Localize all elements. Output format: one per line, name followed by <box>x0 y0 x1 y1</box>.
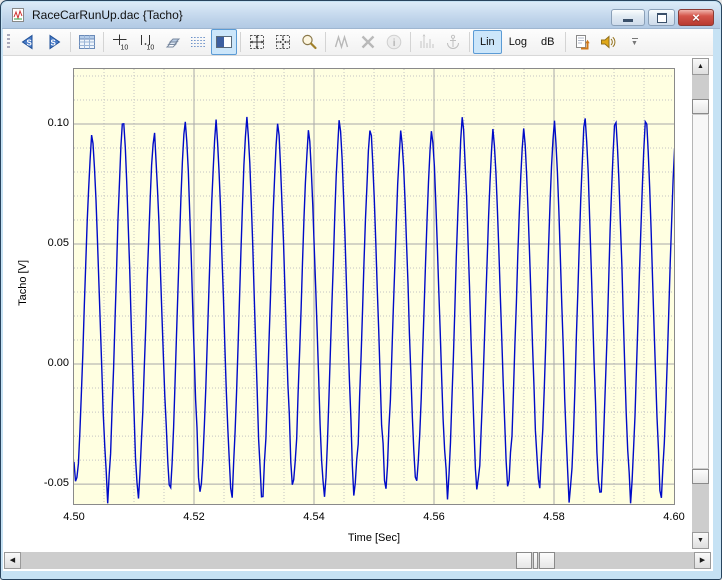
toolbar-separator <box>469 32 470 52</box>
vertical-scrollbar[interactable]: ▲ ▼ <box>692 58 709 549</box>
y-tick-label: -0.05 <box>19 477 69 489</box>
close-button[interactable]: × <box>678 9 714 26</box>
toolbar-separator <box>565 32 566 52</box>
play-sound-button[interactable] <box>595 29 621 55</box>
y-axis-title: Tacho [V] <box>17 260 29 306</box>
play-sound-icon <box>598 32 618 52</box>
export-clipboard-icon <box>572 32 592 52</box>
y-tick-label: 0.00 <box>19 357 69 369</box>
thumb-resize-handle[interactable] <box>692 99 709 114</box>
scale-log-button[interactable]: Log <box>502 30 534 54</box>
x-tick-label: 4.54 <box>290 511 338 523</box>
prev-record-button[interactable]: S <box>15 29 41 55</box>
zoom-extents-icon <box>247 32 267 52</box>
plot-panel: Tacho [V] Time [Sec] ▲ ▼ ◀ ▶ 4.50 4.52 4.5… <box>3 56 713 571</box>
svg-text:i: i <box>393 38 396 49</box>
arrow-right-icon: ▶ <box>700 557 705 564</box>
window-title: RaceCarRunUp.dac {Tacho} <box>32 8 183 22</box>
scroll-down-button[interactable]: ▼ <box>692 532 709 549</box>
next-record-button[interactable]: S <box>41 29 67 55</box>
zoom-selection-icon <box>273 32 293 52</box>
svg-text:S: S <box>27 39 33 48</box>
close-icon: × <box>692 11 700 24</box>
scroll-left-button[interactable]: ◀ <box>4 552 21 569</box>
thumb-resize-handle[interactable] <box>692 469 709 484</box>
arrow-down-icon: ▼ <box>697 537 704 544</box>
export-clipboard-button[interactable] <box>569 29 595 55</box>
prev-record-icon: S <box>18 32 38 52</box>
reference-grid-button[interactable] <box>185 29 211 55</box>
scale-db-button[interactable]: dB <box>534 30 561 54</box>
toolbar-separator <box>240 32 241 52</box>
thumb-resize-handle[interactable] <box>516 552 532 569</box>
scale-lin-button[interactable]: Lin <box>473 30 502 54</box>
zoom-selection-button[interactable] <box>270 29 296 55</box>
y-tick-label: 0.10 <box>19 117 69 129</box>
x-axis-title: Time [Sec] <box>304 532 444 544</box>
spectrum-marker-icon <box>417 32 437 52</box>
x-tick-label: 4.56 <box>410 511 458 523</box>
toolbar-overflow-button[interactable]: ▼ <box>629 38 641 47</box>
harmonic-cursor-10-icon: 10 <box>110 32 130 52</box>
overlay-layers-button[interactable] <box>159 29 185 55</box>
toolbar-grip[interactable] <box>7 34 10 50</box>
scroll-up-button[interactable]: ▲ <box>692 58 709 75</box>
sideband-cursor-10-icon: 10 <box>136 32 156 52</box>
anchor-marker-icon <box>443 32 463 52</box>
spectrum-marker-button[interactable] <box>414 29 440 55</box>
app-window: RaceCarRunUp.dac {Tacho} × S S <box>0 0 722 580</box>
y-tick-label: 0.05 <box>19 237 69 249</box>
info-button[interactable]: i <box>381 29 407 55</box>
vertical-scrollbar-thumb[interactable] <box>692 99 709 484</box>
scroll-right-button[interactable]: ▶ <box>694 552 711 569</box>
zoom-magnifier-icon <box>299 32 319 52</box>
overlay-layers-icon <box>162 32 182 52</box>
svg-text:10: 10 <box>121 45 129 52</box>
thumb-resize-handle[interactable] <box>539 552 555 569</box>
sideband-cursor-button[interactable]: 10 <box>133 29 159 55</box>
toolbar-separator <box>103 32 104 52</box>
minimize-button[interactable] <box>611 9 645 26</box>
next-record-icon: S <box>44 32 64 52</box>
toolbar: S S 10 10 <box>3 29 713 56</box>
anchor-marker-button[interactable] <box>440 29 466 55</box>
toolbar-separator <box>325 32 326 52</box>
svg-text:10: 10 <box>147 45 155 52</box>
reference-grid-icon <box>188 32 208 52</box>
split-view-icon <box>214 32 234 52</box>
restore-button[interactable] <box>648 9 675 26</box>
plot-canvas[interactable] <box>73 68 675 505</box>
waveform-document-icon <box>10 7 26 23</box>
x-tick-label: 4.60 <box>650 511 698 523</box>
zoom-magnifier-button[interactable] <box>296 29 322 55</box>
svg-text:S: S <box>51 39 57 48</box>
signal-trace-button[interactable] <box>329 29 355 55</box>
minimize-icon <box>623 19 633 22</box>
arrow-up-icon: ▲ <box>697 63 704 70</box>
x-tick-label: 4.52 <box>170 511 218 523</box>
zoom-extents-button[interactable] <box>244 29 270 55</box>
horizontal-scrollbar[interactable]: ◀ ▶ <box>4 552 711 569</box>
arrow-left-icon: ◀ <box>10 557 15 564</box>
toolbar-overflow-icon <box>632 38 638 39</box>
split-view-button[interactable] <box>211 29 237 55</box>
horizontal-scrollbar-thumb[interactable] <box>516 552 558 569</box>
harmonic-cursor-button[interactable]: 10 <box>107 29 133 55</box>
delete-trace-icon <box>358 32 378 52</box>
delete-trace-button[interactable] <box>355 29 381 55</box>
info-icon: i <box>384 32 404 52</box>
titlebar[interactable]: RaceCarRunUp.dac {Tacho} × <box>2 2 720 29</box>
signal-trace-icon <box>332 32 352 52</box>
x-tick-label: 4.58 <box>530 511 578 523</box>
toolbar-separator <box>70 32 71 52</box>
toolbar-separator <box>410 32 411 52</box>
waveform-chart <box>74 69 674 504</box>
restore-icon <box>657 13 667 23</box>
x-tick-label: 4.50 <box>50 511 98 523</box>
data-grid-icon <box>77 32 97 52</box>
data-grid-button[interactable] <box>74 29 100 55</box>
